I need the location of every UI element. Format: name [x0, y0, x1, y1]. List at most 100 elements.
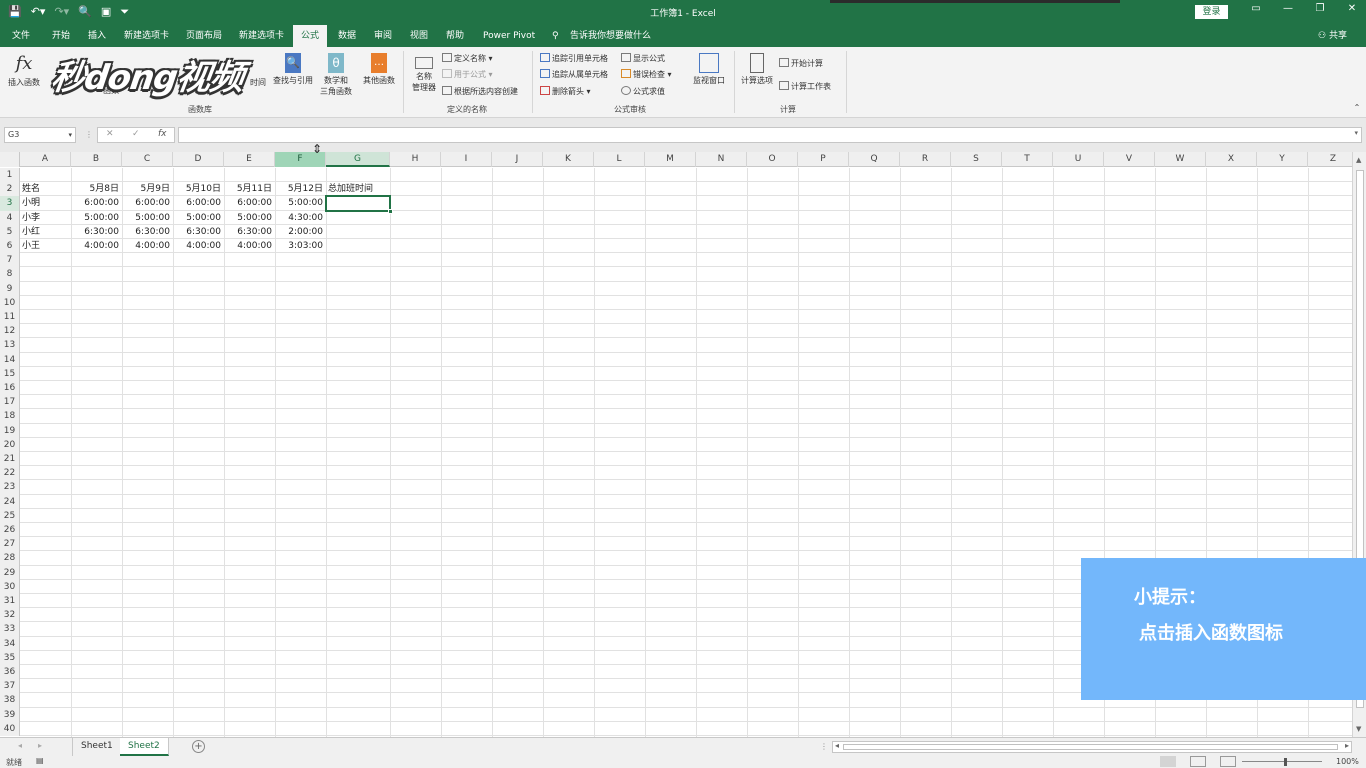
cell-c6[interactable]: 4:00:00 [124, 239, 172, 253]
cell-d2[interactable]: 5月10日 [175, 182, 223, 196]
zoom-level[interactable]: 100% [1336, 757, 1359, 766]
column-header-i[interactable]: I [441, 152, 492, 167]
row-header-2[interactable]: 2 [0, 182, 20, 197]
scroll-right-icon[interactable]: ▸ [1345, 741, 1349, 750]
row-header-26[interactable]: 26 [0, 523, 20, 538]
cell-e2[interactable]: 5月11日 [226, 182, 274, 196]
cell-c4[interactable]: 5:00:00 [124, 211, 172, 225]
row-header-4[interactable]: 4 [0, 210, 20, 225]
scroll-down-icon[interactable]: ▼ [1356, 725, 1361, 733]
page-break-view-icon[interactable] [1220, 756, 1236, 767]
collapse-ribbon-icon[interactable]: ⌃ [1352, 103, 1362, 112]
tab-help[interactable]: 帮助 [446, 25, 466, 47]
column-header-y[interactable]: Y [1257, 152, 1308, 167]
row-header-32[interactable]: 32 [0, 608, 20, 623]
row-header-13[interactable]: 13 [0, 338, 20, 353]
trace-dependents-button[interactable]: 追踪从属单元格 [540, 69, 608, 80]
column-header-n[interactable]: N [696, 152, 747, 167]
row-header-3[interactable]: 3 [0, 196, 20, 211]
tab-insert[interactable]: 插入 [88, 25, 108, 47]
column-header-a[interactable]: A [20, 152, 71, 167]
ribbon-display-icon[interactable]: ▭ [1240, 3, 1272, 14]
share-button[interactable]: ⚇ 共享 [1318, 25, 1347, 47]
math-trig-button[interactable]: θ 数学和 三角函数 [316, 53, 356, 97]
column-header-b[interactable]: B [71, 152, 122, 167]
watch-window-button[interactable]: 监视窗口 [688, 53, 730, 86]
cell-a5[interactable]: 小红 [22, 225, 70, 239]
row-header-1[interactable]: 1 [0, 168, 20, 183]
enter-icon[interactable]: ✓ [132, 129, 140, 139]
next-sheet-icon[interactable]: ▸ [38, 741, 42, 750]
cell-f3[interactable]: 5:00:00 [277, 196, 325, 210]
create-from-selection-button[interactable]: 根据所选内容创建 [442, 86, 518, 97]
row-header-9[interactable]: 9 [0, 281, 20, 296]
row-header-16[interactable]: 16 [0, 381, 20, 396]
tab-new-2[interactable]: 新建选项卡 [239, 25, 289, 47]
expand-formula-bar-icon[interactable]: ▾ [1354, 129, 1358, 137]
column-header-p[interactable]: P [798, 152, 849, 167]
column-header-x[interactable]: X [1206, 152, 1257, 167]
remove-arrows-button[interactable]: 删除箭头 ▾ [540, 86, 591, 97]
row-header-29[interactable]: 29 [0, 565, 20, 580]
calc-sheet-button[interactable]: 计算工作表 [779, 81, 831, 92]
column-header-l[interactable]: L [594, 152, 645, 167]
row-header-38[interactable]: 38 [0, 693, 20, 708]
tab-formulas[interactable]: 公式 [293, 25, 327, 47]
cell-f5[interactable]: 2:00:00 [277, 225, 325, 239]
cell-f6[interactable]: 3:03:00 [277, 239, 325, 253]
scroll-left-icon[interactable]: ◂ [835, 741, 839, 750]
tab-review[interactable]: 审阅 [374, 25, 394, 47]
cell-c5[interactable]: 6:30:00 [124, 225, 172, 239]
column-header-s[interactable]: S [951, 152, 1002, 167]
row-header-33[interactable]: 33 [0, 622, 20, 637]
column-header-t[interactable]: T [1002, 152, 1053, 167]
chevron-down-icon[interactable]: ▾ [68, 128, 72, 142]
error-checking-button[interactable]: 错误检查 ▾ [621, 69, 672, 80]
cell-a6[interactable]: 小王 [22, 239, 70, 253]
tab-page-layout[interactable]: 页面布局 [186, 25, 226, 47]
column-header-e[interactable]: E [224, 152, 275, 167]
column-header-k[interactable]: K [543, 152, 594, 167]
cell-d3[interactable]: 6:00:00 [175, 196, 223, 210]
horizontal-scrollbar[interactable]: ◂ ▸ [832, 741, 1352, 753]
login-button[interactable]: 登录 [1195, 5, 1228, 19]
use-in-formula-button[interactable]: 用于公式 ▾ [442, 69, 493, 80]
row-header-39[interactable]: 39 [0, 707, 20, 722]
minimize-icon[interactable]: — [1272, 3, 1304, 14]
tab-power-pivot[interactable]: Power Pivot [483, 25, 539, 47]
row-header-10[interactable]: 10 [0, 295, 20, 310]
row-header-37[interactable]: 37 [0, 679, 20, 694]
page-layout-view-icon[interactable] [1190, 756, 1206, 767]
tab-home[interactable]: 开始 [52, 25, 72, 47]
row-header-35[interactable]: 35 [0, 650, 20, 665]
column-header-w[interactable]: W [1155, 152, 1206, 167]
row-header-21[interactable]: 21 [0, 452, 20, 467]
restore-icon[interactable]: ❐ [1304, 3, 1336, 14]
column-header-u[interactable]: U [1053, 152, 1104, 167]
define-name-button[interactable]: 定义名称 ▾ [442, 53, 493, 64]
formula-bar-grip[interactable]: ⋮ [85, 130, 93, 140]
cell-b6[interactable]: 4:00:00 [73, 239, 121, 253]
row-header-19[interactable]: 19 [0, 423, 20, 438]
cell-d4[interactable]: 5:00:00 [175, 211, 223, 225]
selected-cell-outline[interactable] [325, 195, 393, 214]
cell-c3[interactable]: 6:00:00 [124, 196, 172, 210]
row-header-15[interactable]: 15 [0, 366, 20, 381]
column-header-q[interactable]: Q [849, 152, 900, 167]
row-header-34[interactable]: 34 [0, 636, 20, 651]
column-header-j[interactable]: J [492, 152, 543, 167]
name-manager-button[interactable]: 名称 管理器 [407, 57, 441, 93]
cell-d5[interactable]: 6:30:00 [175, 225, 223, 239]
scroll-up-icon[interactable]: ▲ [1356, 156, 1361, 164]
tab-view[interactable]: 视图 [410, 25, 430, 47]
insert-function-button[interactable]: fx 插入函数 [4, 53, 44, 88]
cell-a4[interactable]: 小李 [22, 211, 70, 225]
tab-file[interactable]: 文件 [12, 25, 30, 47]
cell-a2[interactable]: 姓名 [22, 182, 70, 196]
row-header-30[interactable]: 30 [0, 579, 20, 594]
fx-icon[interactable]: fx [158, 129, 167, 139]
row-header-23[interactable]: 23 [0, 480, 20, 495]
cell-d6[interactable]: 4:00:00 [175, 239, 223, 253]
select-all-corner[interactable] [0, 152, 20, 167]
row-header-36[interactable]: 36 [0, 665, 20, 680]
